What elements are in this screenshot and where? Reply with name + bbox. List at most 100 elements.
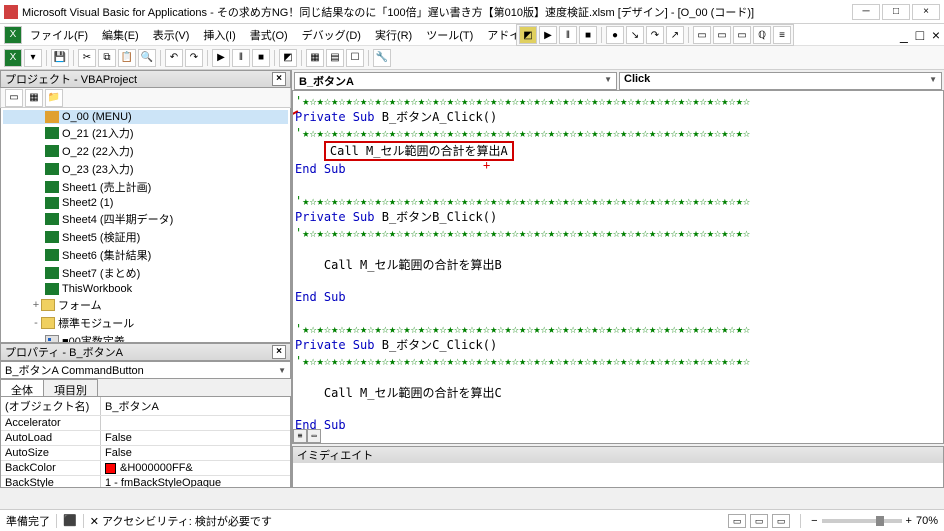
- find-icon[interactable]: 🔍: [138, 49, 156, 67]
- menu-edit[interactable]: 編集(E): [96, 25, 145, 45]
- tree-item[interactable]: Sheet5 (検証用): [3, 228, 288, 246]
- redo-icon[interactable]: ↷: [185, 49, 203, 67]
- view-break-icon[interactable]: ▭: [772, 514, 790, 528]
- toolbox-icon[interactable]: 🔧: [373, 49, 391, 67]
- module-icon: [45, 335, 59, 343]
- step-over-icon[interactable]: ↷: [646, 26, 664, 44]
- project-tree[interactable]: O_00 (MENU)O_21 (21入力)O_22 (22入力)O_23 (2…: [0, 108, 291, 343]
- close-button[interactable]: ×: [912, 4, 940, 20]
- tree-label: ■00実数定義: [62, 333, 125, 343]
- status-record-icon[interactable]: ⬛: [63, 514, 77, 527]
- view-code-icon[interactable]: ▭: [5, 89, 23, 107]
- titlebar: Microsoft Visual Basic for Applications …: [0, 0, 944, 24]
- minimize-button[interactable]: ─: [852, 4, 880, 20]
- view-layout-icon[interactable]: ▭: [750, 514, 768, 528]
- menu-format[interactable]: 書式(O): [244, 25, 294, 45]
- design-mode-icon[interactable]: ◩: [519, 26, 537, 44]
- code-editor[interactable]: + '★☆★☆★☆★☆★☆★☆★☆★☆★☆★☆★☆★☆★☆★☆★☆★☆★☆★☆★…: [292, 90, 944, 444]
- tree-item[interactable]: +フォーム: [3, 296, 288, 314]
- tree-item[interactable]: Sheet7 (まとめ): [3, 264, 288, 282]
- highlighted-call: Call M_セル範囲の合計を算出A: [324, 141, 514, 161]
- cut-icon[interactable]: ✂: [78, 49, 96, 67]
- tree-item[interactable]: ■00実数定義: [3, 332, 288, 343]
- break-icon[interactable]: ‖: [559, 26, 577, 44]
- tree-item[interactable]: -標準モジュール: [3, 314, 288, 332]
- props-row[interactable]: BackStyle1 - fmBackStyleOpaque: [1, 476, 290, 488]
- folder-icon: [41, 299, 55, 311]
- run-icon[interactable]: ▶: [539, 26, 557, 44]
- props-row[interactable]: (オブジェクト名)B_ボタンA: [1, 397, 290, 416]
- tree-item[interactable]: Sheet4 (四半期データ): [3, 210, 288, 228]
- tree-item[interactable]: O_22 (22入力): [3, 142, 288, 160]
- child-window-controls[interactable]: _ □ ×: [896, 27, 940, 43]
- design2-icon[interactable]: ◩: [279, 49, 297, 67]
- object-browser-icon[interactable]: ☐: [346, 49, 364, 67]
- proc-view-icon[interactable]: ≡: [293, 429, 307, 443]
- props-object-combo[interactable]: B_ボタンA CommandButton: [0, 361, 291, 379]
- paste-icon[interactable]: 📋: [118, 49, 136, 67]
- reset2-icon[interactable]: ■: [252, 49, 270, 67]
- props-tab-category[interactable]: 項目別: [43, 379, 98, 396]
- insert-icon[interactable]: ▾: [24, 49, 42, 67]
- props-tab-all[interactable]: 全体: [0, 379, 44, 396]
- reset-icon[interactable]: ■: [579, 26, 597, 44]
- props-row[interactable]: Accelerator: [1, 416, 290, 431]
- undo-icon[interactable]: ↶: [165, 49, 183, 67]
- props-grid[interactable]: (オブジェクト名)B_ボタンAAcceleratorAutoLoadFalseA…: [0, 397, 291, 488]
- tree-item[interactable]: O_23 (23入力): [3, 160, 288, 178]
- step-out-icon[interactable]: ↗: [666, 26, 684, 44]
- menu-insert[interactable]: 挿入(I): [197, 25, 241, 45]
- break2-icon[interactable]: ‖: [232, 49, 250, 67]
- copy-icon[interactable]: ⧉: [98, 49, 116, 67]
- quickwatch-icon[interactable]: ℚ: [753, 26, 771, 44]
- tree-label: Sheet6 (集計結果): [62, 247, 151, 263]
- view-object-icon[interactable]: ▦: [25, 89, 43, 107]
- maximize-button[interactable]: □: [882, 4, 910, 20]
- props-row[interactable]: BackColor&H000000FF&: [1, 461, 290, 476]
- tree-item[interactable]: O_00 (MENU): [3, 110, 288, 124]
- status-ready: 準備完了: [6, 513, 50, 529]
- props-close-icon[interactable]: ×: [272, 345, 286, 359]
- breakpoint-icon[interactable]: ●: [606, 26, 624, 44]
- properties-icon[interactable]: ▤: [326, 49, 344, 67]
- watch-icon[interactable]: ▭: [733, 26, 751, 44]
- tree-label: O_23 (23入力): [62, 161, 134, 177]
- tree-item[interactable]: Sheet2 (1): [3, 196, 288, 210]
- zoom-slider[interactable]: [822, 519, 902, 523]
- object-combo[interactable]: B_ボタンA: [294, 72, 617, 90]
- locals-icon[interactable]: ▭: [693, 26, 711, 44]
- props-row[interactable]: AutoSizeFalse: [1, 446, 290, 461]
- procedure-combo[interactable]: Click: [619, 72, 942, 90]
- zoom-out-icon[interactable]: −: [811, 515, 817, 527]
- zoom-in-icon[interactable]: +: [906, 515, 912, 527]
- project-close-icon[interactable]: ×: [272, 72, 286, 86]
- tree-item[interactable]: Sheet6 (集計結果): [3, 246, 288, 264]
- form-icon: [45, 111, 59, 123]
- full-view-icon[interactable]: ▭: [307, 429, 321, 443]
- callstack-icon[interactable]: ≡: [773, 26, 791, 44]
- tree-item[interactable]: Sheet1 (売上計画): [3, 178, 288, 196]
- view-excel-icon[interactable]: X: [4, 49, 22, 67]
- excel-icon[interactable]: X: [4, 26, 22, 44]
- tree-item[interactable]: O_21 (21入力): [3, 124, 288, 142]
- excel-icon: [45, 163, 59, 175]
- project-explorer-icon[interactable]: ▦: [306, 49, 324, 67]
- menu-view[interactable]: 表示(V): [147, 25, 196, 45]
- step-into-icon[interactable]: ↘: [626, 26, 644, 44]
- menu-debug[interactable]: デバッグ(D): [296, 25, 367, 45]
- project-title: プロジェクト - VBAProject: [5, 71, 137, 87]
- immediate-window[interactable]: イミディエイト: [292, 446, 944, 488]
- run-macro-icon[interactable]: ▶: [212, 49, 230, 67]
- menu-file[interactable]: ファイル(F): [24, 25, 94, 45]
- status-accessibility[interactable]: ✕ アクセシビリティ: 検討が必要です: [90, 513, 272, 529]
- menu-run[interactable]: 実行(R): [369, 25, 418, 45]
- props-row[interactable]: AutoLoadFalse: [1, 431, 290, 446]
- immediate-icon[interactable]: ▭: [713, 26, 731, 44]
- save-icon[interactable]: 💾: [51, 49, 69, 67]
- folder-toggle-icon[interactable]: 📁: [45, 89, 63, 107]
- view-normal-icon[interactable]: ▭: [728, 514, 746, 528]
- tree-label: Sheet7 (まとめ): [62, 265, 140, 281]
- zoom-level[interactable]: 70%: [916, 515, 938, 527]
- menu-tools[interactable]: ツール(T): [420, 25, 479, 45]
- tree-item[interactable]: ThisWorkbook: [3, 282, 288, 296]
